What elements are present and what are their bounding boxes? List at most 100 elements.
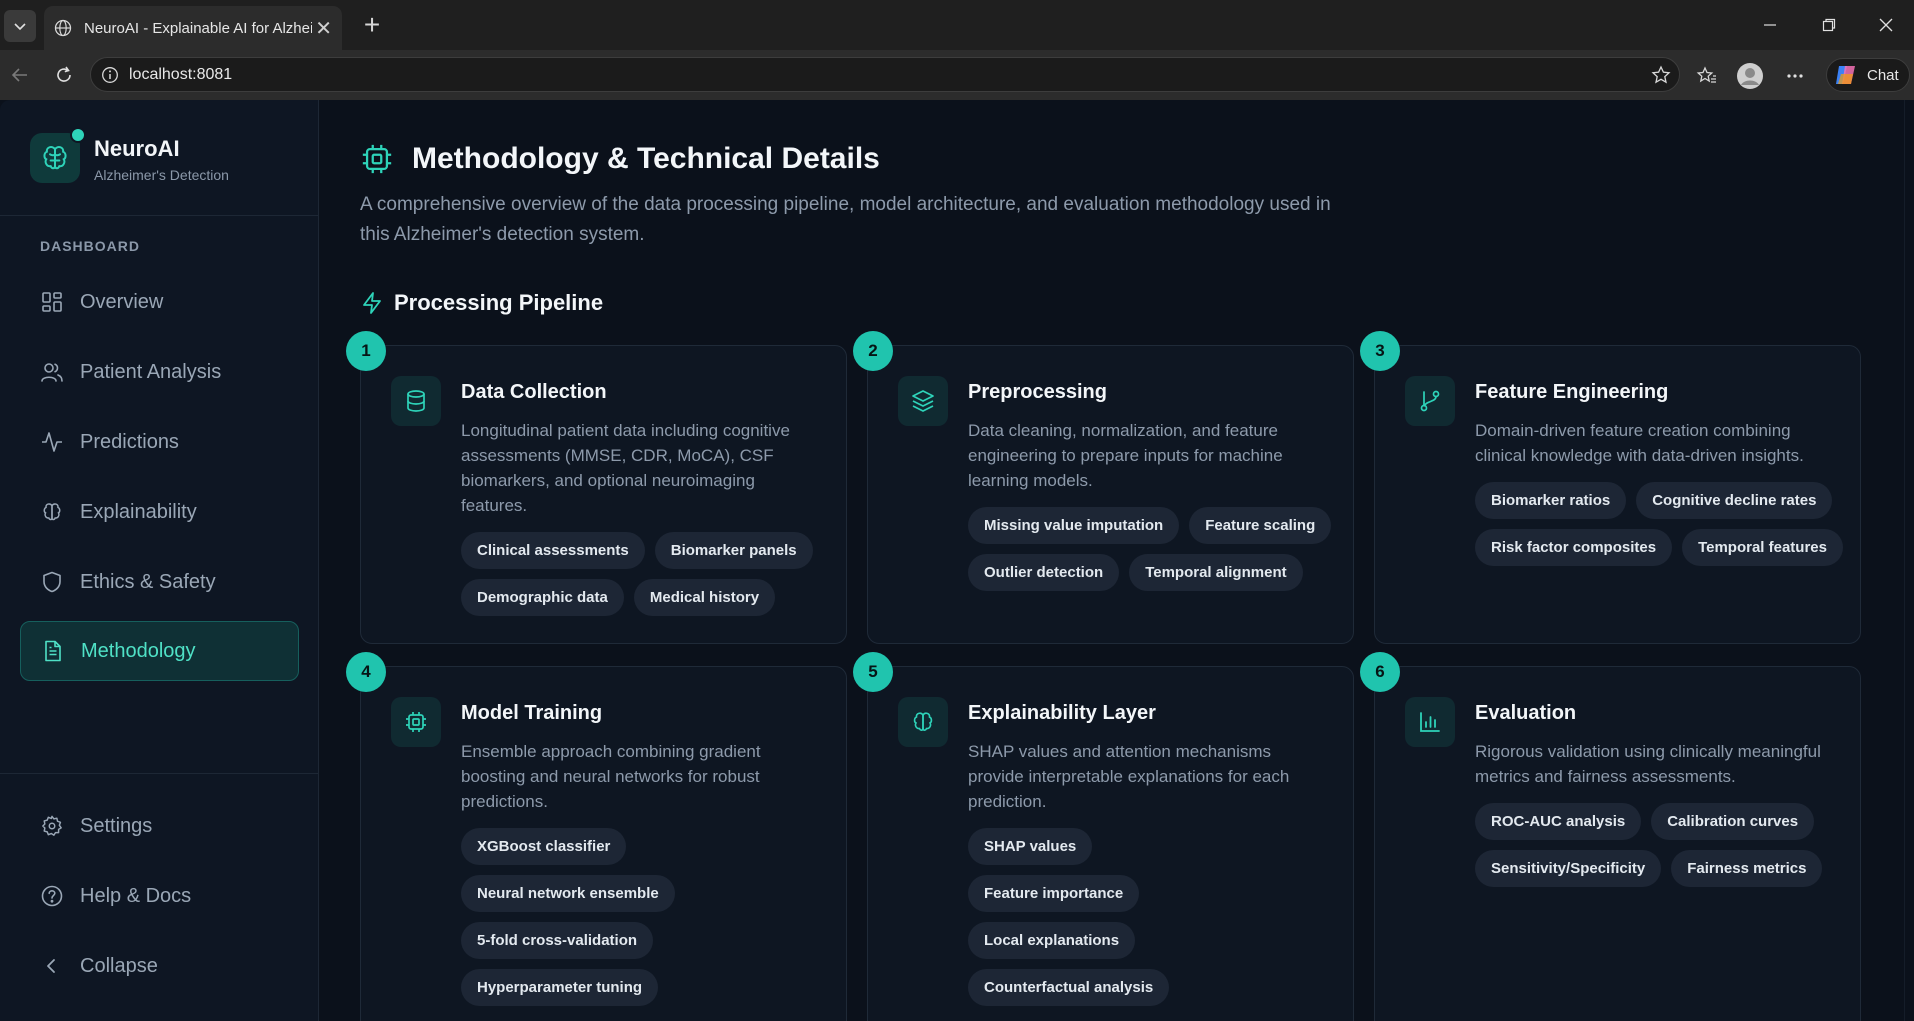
step-title: Explainability Layer <box>968 702 1156 724</box>
tag: Temporal alignment <box>1129 554 1303 591</box>
copilot-icon <box>1836 66 1855 84</box>
status-dot <box>70 127 86 143</box>
chevron-left-icon <box>40 954 64 978</box>
grid-icon <box>40 290 64 314</box>
close-icon <box>1879 18 1893 32</box>
gear-icon <box>40 814 64 838</box>
minimize-button[interactable] <box>1755 12 1785 38</box>
scrollbar[interactable] <box>1904 100 1914 1021</box>
layers-icon <box>898 376 948 426</box>
chevron-down-icon <box>14 23 26 31</box>
sidebar-item-ethics-safety[interactable]: Ethics & Safety <box>20 554 299 610</box>
more-icon <box>1787 74 1803 78</box>
tag: Counterfactual analysis <box>968 969 1170 1006</box>
tag: ROC-AUC analysis <box>1475 803 1642 840</box>
sidebar-section-label: DASHBOARD <box>40 238 140 254</box>
step-description: SHAP values and attention mechanisms pro… <box>968 742 1290 811</box>
pipeline-step-card: Evaluation Rigorous validation using cli… <box>1374 666 1861 1021</box>
brand-subtitle: Alzheimer's Detection <box>94 167 229 183</box>
sidebar-item-patient-analysis[interactable]: Patient Analysis <box>20 344 299 400</box>
tag: Sensitivity/Specificity <box>1475 850 1662 887</box>
brain-icon <box>40 500 64 524</box>
sidebar-item-overview[interactable]: Overview <box>20 274 299 330</box>
avatar-icon <box>1737 63 1763 89</box>
sidebar-item-explainability[interactable]: Explainability <box>20 484 299 540</box>
step-description: Ensemble approach combining gradient boo… <box>461 742 761 811</box>
step-number-badge: 1 <box>346 331 386 371</box>
favorites-button[interactable] <box>1692 61 1722 91</box>
pipeline-step-card: Explainability Layer SHAP values and att… <box>867 666 1354 1021</box>
pipeline-step-card: Feature Engineering Domain-driven featur… <box>1374 345 1861 644</box>
sidebar-item-label: Collapse <box>80 954 158 977</box>
sidebar-item-label: Overview <box>80 290 164 313</box>
step-title: Preprocessing <box>968 381 1107 403</box>
sidebar-item-label: Patient Analysis <box>80 360 222 383</box>
sidebar-item-label: Predictions <box>80 430 179 453</box>
step-title: Feature Engineering <box>1475 381 1669 403</box>
close-window-button[interactable] <box>1871 12 1901 38</box>
git-branch-icon <box>1405 376 1455 426</box>
step-description: Domain-driven feature creation combining… <box>1475 421 1804 465</box>
browser-tab[interactable]: NeuroAI - Explainable AI for Alzheimer's… <box>44 6 342 50</box>
main-content: Methodology & Technical Details A compre… <box>320 100 1904 1021</box>
tag-list: Clinical assessments Biomarker panels De… <box>461 532 836 616</box>
page-title: Methodology & Technical Details <box>412 142 880 175</box>
star-icon[interactable] <box>1651 65 1671 90</box>
tag: Demographic data <box>461 579 624 616</box>
pipeline-step-card: Model Training Ensemble approach combini… <box>360 666 847 1021</box>
back-button[interactable] <box>6 61 34 89</box>
address-bar[interactable]: localhost:8081 <box>90 57 1680 92</box>
tag: Fairness metrics <box>1671 850 1823 887</box>
profile-button[interactable] <box>1735 61 1765 91</box>
pipeline-step-card: Data Collection Longitudinal patient dat… <box>360 345 847 644</box>
reload-button[interactable] <box>50 61 78 89</box>
step-title: Model Training <box>461 702 603 724</box>
pipeline-step-card: Preprocessing Data cleaning, normalizati… <box>867 345 1354 644</box>
tab-search-button[interactable] <box>4 10 36 42</box>
page-description: A comprehensive overview of the data pro… <box>360 194 1331 245</box>
database-icon <box>391 376 441 426</box>
tag-list: Missing value imputation Feature scaling… <box>968 507 1343 591</box>
more-menu-button[interactable] <box>1780 61 1810 91</box>
sidebar-item-label: Settings <box>80 814 153 837</box>
sidebar: NeuroAI Alzheimer's Detection DASHBOARD … <box>0 100 319 1021</box>
step-number-badge: 5 <box>853 652 893 692</box>
step-title: Evaluation <box>1475 702 1577 724</box>
site-info-icon[interactable] <box>101 66 119 89</box>
tag: Feature scaling <box>1189 507 1332 544</box>
step-description: Data cleaning, normalization, and featur… <box>968 421 1283 490</box>
favorites-icon <box>1696 66 1716 83</box>
sidebar-item-label: Ethics & Safety <box>80 570 216 593</box>
tag: Cognitive decline rates <box>1636 482 1833 519</box>
section-title: Processing Pipeline <box>394 290 604 315</box>
url-text: localhost:8081 <box>129 66 233 83</box>
close-icon[interactable]: ✕ <box>315 16 332 41</box>
arrow-left-icon <box>11 68 27 82</box>
tag: Biomarker panels <box>654 532 813 569</box>
sidebar-item-methodology[interactable]: Methodology <box>20 621 299 681</box>
sidebar-item-predictions[interactable]: Predictions <box>20 414 299 470</box>
reload-icon <box>57 66 71 82</box>
chat-label: Chat <box>1867 66 1899 84</box>
copilot-chat-button[interactable]: Chat <box>1826 58 1910 92</box>
minimize-icon <box>1764 24 1776 26</box>
brain-icon <box>43 146 67 170</box>
sidebar-item-label: Methodology <box>81 639 196 662</box>
restore-icon <box>1822 18 1836 32</box>
tag-list: ROC-AUC analysis Calibration curves Sens… <box>1475 803 1850 887</box>
new-tab-button[interactable]: + <box>356 10 388 42</box>
restore-button[interactable] <box>1814 12 1844 38</box>
divider <box>0 773 319 774</box>
sidebar-item-help-docs[interactable]: Help & Docs <box>20 868 299 924</box>
tag: XGBoost classifier <box>461 828 627 865</box>
step-number-badge: 2 <box>853 331 893 371</box>
tag: Outlier detection <box>968 554 1120 591</box>
step-description: Rigorous validation using clinically mea… <box>1475 742 1821 786</box>
step-number-badge: 4 <box>346 652 386 692</box>
cpu-icon <box>362 144 392 174</box>
collapse-button[interactable]: Collapse <box>20 938 299 994</box>
users-icon <box>40 360 64 384</box>
brain-icon <box>898 697 948 747</box>
divider <box>0 215 319 216</box>
sidebar-item-settings[interactable]: Settings <box>20 798 299 854</box>
